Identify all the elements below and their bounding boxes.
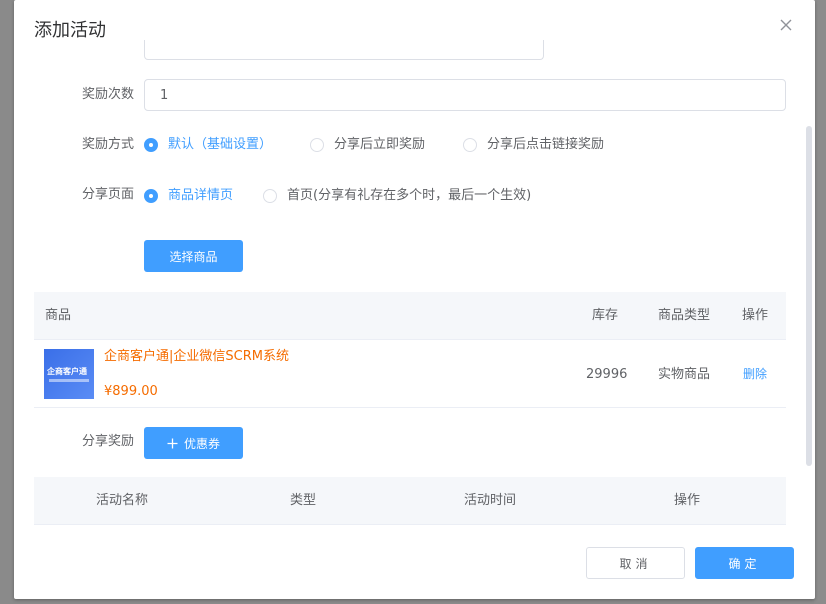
activity-table-header: 活动名称 类型 活动时间 操作 — [34, 477, 786, 525]
thumbnail-decoration — [49, 379, 89, 382]
product-stock: 29996 — [586, 367, 628, 382]
product-price: ¥899.00 — [104, 384, 158, 399]
cancel-button[interactable]: 取消 — [586, 547, 685, 579]
radio-label: 分享后点击链接奖励 — [487, 137, 605, 152]
select-product-button[interactable]: 选择商品 — [144, 240, 243, 272]
product-name: 企商客户通|企业微信SCRM系统 — [104, 349, 289, 364]
column-header-stock: 库存 — [592, 308, 619, 323]
add-activity-dialog: 添加活动 奖励次数 奖励方式 默认（基础设置） 分享后立即奖励 分享后点击链接 — [14, 0, 815, 599]
share-page-label: 分享页面 — [81, 187, 134, 202]
reward-count-label: 奖励次数 — [81, 87, 134, 102]
column-header-product: 商品 — [45, 308, 72, 323]
product-type: 实物商品 — [658, 367, 711, 382]
radio-reward-immediate[interactable]: 分享后立即奖励 — [310, 135, 425, 155]
radio-label: 首页(分享有礼存在多个时，最后一个生效) — [287, 188, 532, 203]
column-header-action: 操作 — [742, 308, 769, 323]
radio-label: 商品详情页 — [168, 188, 234, 203]
radio-unchecked-icon — [463, 138, 478, 152]
dialog-body[interactable]: 奖励次数 奖励方式 默认（基础设置） 分享后立即奖励 分享后点击链接奖励 分享页… — [14, 40, 815, 530]
coupon-button-label: 优惠券 — [183, 436, 220, 451]
thumbnail-text: 企商客户通 — [47, 367, 87, 376]
modal-backdrop — [814, 0, 826, 604]
column-header-type: 商品类型 — [658, 308, 711, 323]
radio-checked-icon — [144, 138, 158, 152]
radio-unchecked-icon — [310, 138, 325, 152]
close-icon[interactable] — [779, 18, 793, 32]
share-page-radio-group: 商品详情页 首页(分享有礼存在多个时，最后一个生效) — [144, 186, 569, 206]
column-header-activity-type: 类型 — [290, 493, 317, 508]
scrollbar-thumb[interactable] — [806, 126, 812, 466]
radio-reward-link-click[interactable]: 分享后点击链接奖励 — [463, 135, 604, 155]
product-thumbnail: 企商客户通 — [44, 349, 94, 399]
confirm-button[interactable]: 确定 — [695, 547, 794, 579]
partial-input-field[interactable] — [144, 40, 544, 60]
column-header-activity-name: 活动名称 — [96, 493, 149, 508]
radio-label: 默认（基础设置） — [168, 137, 273, 152]
reward-method-radio-group: 默认（基础设置） 分享后立即奖励 分享后点击链接奖励 — [144, 135, 642, 155]
delete-product-link[interactable]: 删除 — [743, 341, 767, 408]
radio-unchecked-icon — [263, 189, 278, 203]
add-coupon-button[interactable]: 优惠券 — [144, 427, 243, 459]
radio-label: 分享后立即奖励 — [334, 137, 426, 152]
share-reward-label: 分享奖励 — [81, 434, 134, 449]
radio-reward-default[interactable]: 默认（基础设置） — [144, 135, 272, 155]
column-header-activity-action: 操作 — [674, 493, 701, 508]
radio-share-product-detail[interactable]: 商品详情页 — [144, 186, 233, 206]
radio-checked-icon — [144, 189, 158, 203]
reward-method-label: 奖励方式 — [81, 137, 134, 152]
column-header-activity-time: 活动时间 — [464, 493, 517, 508]
plus-icon — [167, 438, 178, 448]
reward-count-input[interactable] — [144, 79, 786, 111]
radio-share-homepage[interactable]: 首页(分享有礼存在多个时，最后一个生效) — [263, 186, 531, 206]
table-row: 企商客户通 企商客户通|企业微信SCRM系统 ¥899.00 29996 实物商… — [34, 341, 786, 408]
product-table-header: 商品 库存 商品类型 操作 — [34, 292, 786, 340]
